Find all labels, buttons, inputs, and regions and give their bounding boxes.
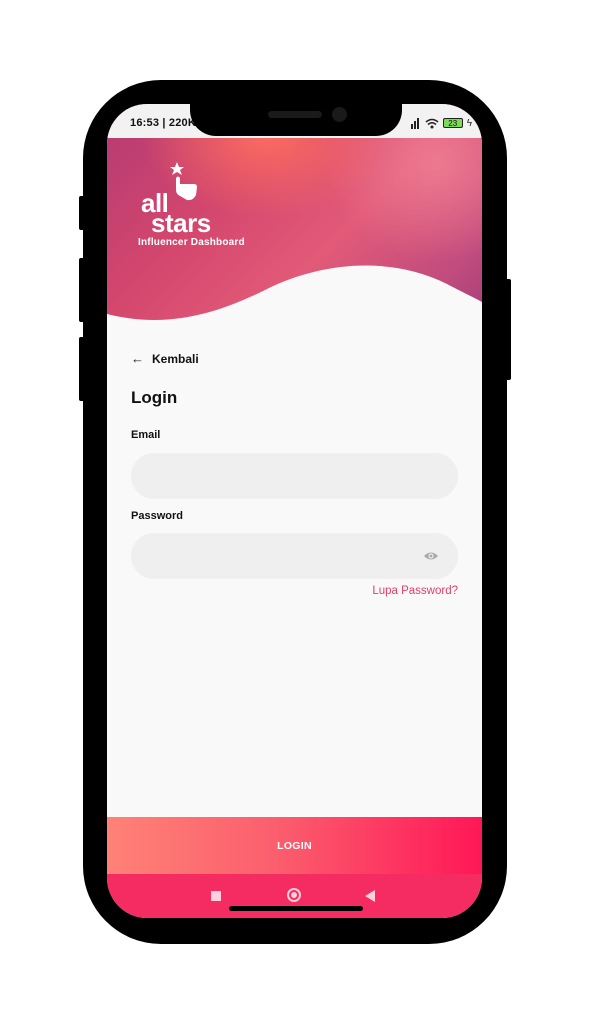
password-label: Password bbox=[131, 510, 183, 522]
header-banner: 16:53 | 220K 23 ϟ all stars Influencer D… bbox=[107, 104, 482, 344]
nav-back-icon[interactable] bbox=[365, 890, 375, 902]
speaker bbox=[268, 111, 322, 118]
home-icon[interactable] bbox=[287, 888, 301, 902]
back-link[interactable]: ← Kembali bbox=[131, 351, 199, 366]
android-nav-bar bbox=[107, 874, 482, 918]
header-subtitle: Influencer Dashboard bbox=[138, 237, 245, 248]
page-title: Login bbox=[131, 388, 178, 407]
header-wave bbox=[107, 265, 482, 344]
battery-level: 23 bbox=[448, 119, 458, 128]
email-label: Email bbox=[131, 429, 161, 441]
back-arrow-icon: ← bbox=[131, 351, 144, 366]
device-frame: 16:53 | 220K 23 ϟ all stars Influencer D… bbox=[0, 0, 591, 1024]
status-icons: 23 ϟ bbox=[410, 116, 472, 130]
status-time: 16:53 | 220K bbox=[130, 117, 197, 129]
app-screen: 16:53 | 220K 23 ϟ all stars Influencer D… bbox=[107, 104, 482, 918]
recent-apps-icon[interactable] bbox=[211, 891, 221, 901]
password-field[interactable] bbox=[131, 533, 458, 579]
home-indicator bbox=[229, 906, 363, 911]
email-field[interactable] bbox=[131, 453, 458, 499]
eye-icon[interactable] bbox=[423, 548, 439, 564]
login-button[interactable]: LOGIN bbox=[107, 817, 482, 874]
signal-icon bbox=[410, 117, 421, 129]
wifi-icon bbox=[425, 118, 439, 128]
hand-star-icon bbox=[170, 162, 197, 201]
forgot-password-link[interactable]: Lupa Password? bbox=[372, 585, 458, 597]
logo-text-stars: stars bbox=[151, 208, 211, 238]
back-label: Kembali bbox=[152, 351, 199, 366]
front-camera bbox=[332, 107, 347, 122]
charging-icon: ϟ bbox=[466, 117, 472, 129]
battery-icon: 23 bbox=[442, 118, 463, 128]
